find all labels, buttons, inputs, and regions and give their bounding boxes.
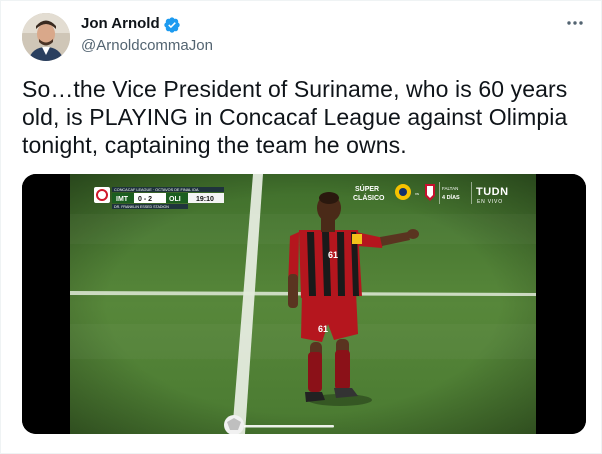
author-handle[interactable]: @ArnoldcommaJon (81, 37, 213, 54)
broadcaster-tagline: EN VIVO (477, 199, 503, 205)
scoreboard-home-team: IMT (116, 196, 129, 203)
promo-faltan: FALTAN (442, 186, 458, 191)
more-icon[interactable] (562, 13, 588, 33)
tweet-card: Jon Arnold @ArnoldcommaJon So…the Vice P… (0, 0, 602, 454)
jersey-number: 61 (328, 250, 338, 260)
broadcaster-logo: TUDN (476, 186, 509, 198)
scoreboard-score: 0 - 2 (138, 196, 152, 203)
scoreboard-stadium: DR. FRANKLIN ESSED STADION (114, 205, 169, 209)
shorts-number: 61 (318, 324, 328, 334)
scoreboard-away-team: OLI (169, 196, 181, 203)
svg-text:vs: vs (415, 191, 419, 196)
author-display-name[interactable]: Jon Arnold (81, 15, 160, 32)
scoreboard-clock: 19:10 (196, 196, 214, 203)
scoreboard-competition: CONCACAF LEAGUE · OCTAVOS DE FINAL IDA (114, 188, 199, 192)
promo-line1: SÚPER (355, 184, 379, 193)
tweet-text: So…the Vice President of Suriname, who i… (22, 76, 568, 158)
promo-line2: CLÁSICO (353, 193, 385, 202)
tweet-media-image[interactable]: 61 61 CONCACAF LEAGUE · OCTAVOS DE FINAL… (22, 174, 586, 434)
promo-days: 4 DÍAS (442, 193, 460, 201)
verified-badge-icon (164, 17, 180, 33)
avatar[interactable] (22, 13, 70, 61)
